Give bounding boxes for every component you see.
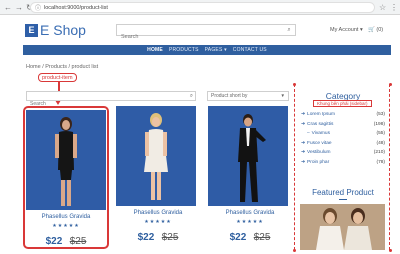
model-photo	[26, 110, 106, 210]
rating-stars: ★★★★★	[236, 219, 264, 225]
featured-product-title: Featured Product	[312, 188, 374, 197]
arrow-right-icon: ➜	[301, 121, 306, 127]
product-card[interactable]: Phasellus Gravida ★★★★★ $22 $25	[116, 106, 200, 245]
back-icon[interactable]: ←	[4, 0, 12, 15]
category-name: Proin phar	[307, 159, 330, 165]
header-search-input[interactable]	[117, 32, 277, 42]
product-image[interactable]	[26, 110, 106, 210]
category-item[interactable]: ➜ Cras sagittis (198)	[301, 120, 385, 130]
search-icon[interactable]: ⌕	[283, 25, 295, 35]
corner-marker	[292, 248, 296, 252]
header-search: ⌕	[116, 24, 296, 42]
category-list: ➜ Lorem Ipsum (53) ➜ Cras sagittis (198) –…	[301, 110, 385, 167]
arrow-right-icon: ➜	[301, 150, 306, 156]
cart-button[interactable]: 🛒 (0)	[368, 27, 383, 33]
nav-contact-us[interactable]: CONTACT US	[233, 47, 267, 53]
category-item[interactable]: ➜ Fusce vitae (48)	[301, 139, 385, 149]
breadcrumb: Home / Products / product list	[26, 64, 99, 70]
category-name: Lorem Ipsum	[307, 112, 336, 118]
browser-menu-icon[interactable]: ⋮	[390, 0, 398, 15]
product-title[interactable]: Phasellus Gravida	[25, 214, 107, 220]
product-title[interactable]: Phasellus Gravida	[116, 210, 200, 216]
category-name: Fusce vitae	[307, 140, 332, 146]
category-item[interactable]: – Vivamus (55)	[301, 129, 385, 139]
corner-marker	[388, 248, 392, 252]
main-nav: HOME PRODUCTS PAGES ▾ CONTACT US	[23, 45, 391, 55]
product-image[interactable]	[116, 106, 196, 206]
featured-product-image[interactable]	[300, 204, 385, 250]
bookmark-star-icon[interactable]: ☆	[379, 0, 386, 15]
nav-pages[interactable]: PAGES ▾	[205, 47, 227, 53]
product-card[interactable]: Phasellus Gravida ★★★★★ $22 $25	[208, 106, 292, 245]
nav-products[interactable]: PRODUCTS	[169, 47, 199, 53]
product-old-price: $25	[69, 236, 87, 247]
category-item[interactable]: ➜ Lorem Ipsum (53)	[301, 110, 385, 120]
info-icon: ⓘ	[35, 6, 42, 12]
title-underline	[339, 199, 347, 200]
product-price: $22	[45, 236, 63, 247]
address-bar[interactable]: ⓘ localhost:9000/product-list	[30, 2, 375, 13]
category-name: Vivamus	[311, 131, 330, 137]
category-count: (78)	[376, 159, 385, 165]
rating-stars: ★★★★★	[144, 219, 172, 225]
product-prices: $22 $25	[116, 227, 200, 245]
arrow-right-icon: ➜	[301, 140, 306, 146]
category-count: (198)	[373, 121, 385, 127]
product-search: ⌕	[26, 91, 196, 108]
corner-marker	[292, 82, 296, 86]
sidebar: Category Khung bên phải (sidebar) ➜ Lorem…	[292, 82, 392, 252]
product-prices: $22 $25	[208, 227, 292, 245]
model-photo	[208, 106, 288, 206]
product-price: $22	[229, 232, 247, 243]
category-item[interactable]: ➜ Proin phar (78)	[301, 158, 385, 168]
product-item-callout: product-item	[38, 73, 77, 82]
category-count: (48)	[376, 140, 385, 146]
search-icon[interactable]: ⌕	[190, 92, 193, 100]
arrow-right-icon: ➜	[301, 159, 306, 165]
category-name: Cras sagittis	[307, 121, 334, 127]
sidebar-annotation: Khung bên phải (sidebar)	[313, 100, 372, 107]
url-text: localhost:9000/product-list	[44, 4, 108, 11]
product-image[interactable]	[208, 106, 288, 206]
product-price: $22	[137, 232, 155, 243]
product-card[interactable]: Phasellus Gravida ★★★★★ $22 $25	[23, 106, 109, 249]
rating-stars: ★★★★★	[52, 223, 80, 229]
cart-icon: 🛒	[368, 27, 375, 33]
model-photo	[116, 106, 196, 206]
product-old-price: $25	[161, 232, 179, 243]
my-account-menu[interactable]: My Account ▾	[330, 27, 363, 33]
category-name: Vestibulum	[307, 150, 331, 156]
sort-select[interactable]: Product short by ▼	[207, 91, 289, 101]
featured-photo	[300, 204, 385, 250]
category-count: (55)	[376, 131, 385, 137]
logo-mark: E	[25, 23, 38, 37]
sort-select-label: Product short by	[211, 93, 248, 99]
cart-count: (0)	[376, 27, 384, 33]
browser-toolbar: ← → ↻ ⓘ localhost:9000/product-list ☆ ⋮	[0, 0, 400, 15]
product-old-price: $25	[253, 232, 271, 243]
logo-text: E Shop	[40, 22, 86, 38]
site-logo[interactable]: E E Shop	[25, 22, 86, 38]
product-title[interactable]: Phasellus Gravida	[208, 210, 292, 216]
product-prices: $22 $25	[25, 231, 107, 249]
nav-home[interactable]: HOME	[147, 47, 163, 53]
category-count: (53)	[376, 112, 385, 118]
chevron-down-icon: ▼	[280, 93, 285, 98]
category-item[interactable]: ➜ Vestibulum (210)	[301, 148, 385, 158]
corner-marker	[388, 82, 392, 86]
dash-icon: –	[307, 131, 310, 137]
forward-icon[interactable]: →	[15, 0, 23, 15]
category-count: (210)	[373, 150, 385, 156]
arrow-right-icon: ➜	[301, 112, 306, 118]
